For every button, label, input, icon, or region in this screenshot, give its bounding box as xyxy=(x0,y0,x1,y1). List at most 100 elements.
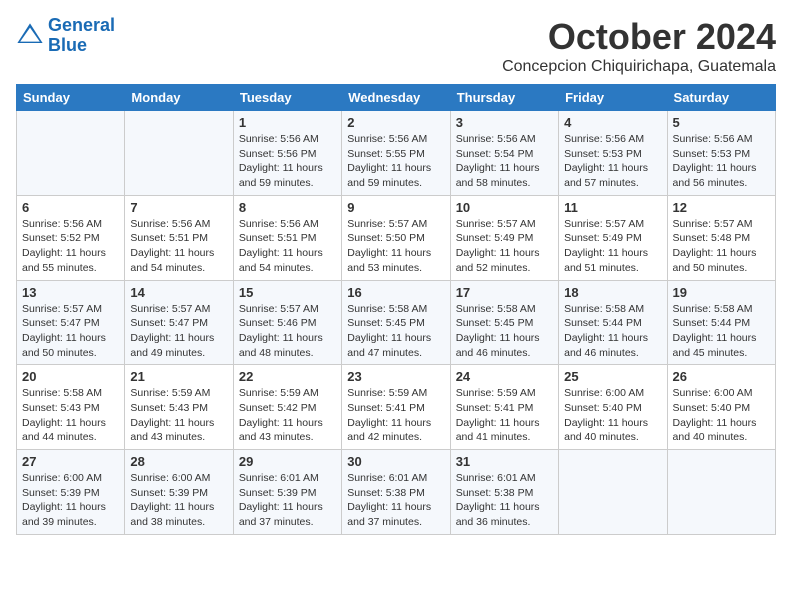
day-number: 17 xyxy=(456,285,553,300)
day-info: Sunrise: 6:00 AM Sunset: 5:39 PM Dayligh… xyxy=(22,471,119,530)
day-number: 23 xyxy=(347,369,444,384)
day-info: Sunrise: 5:57 AM Sunset: 5:46 PM Dayligh… xyxy=(239,302,336,361)
day-info: Sunrise: 5:58 AM Sunset: 5:44 PM Dayligh… xyxy=(673,302,770,361)
weekday-header: Monday xyxy=(125,85,233,111)
location-title: Concepcion Chiquirichapa, Guatemala xyxy=(502,58,776,76)
day-info: Sunrise: 5:56 AM Sunset: 5:51 PM Dayligh… xyxy=(239,217,336,276)
day-info: Sunrise: 5:59 AM Sunset: 5:43 PM Dayligh… xyxy=(130,386,227,445)
day-info: Sunrise: 6:01 AM Sunset: 5:38 PM Dayligh… xyxy=(347,471,444,530)
day-number: 12 xyxy=(673,200,770,215)
day-number: 11 xyxy=(564,200,661,215)
day-number: 2 xyxy=(347,115,444,130)
day-number: 10 xyxy=(456,200,553,215)
weekday-header: Sunday xyxy=(17,85,125,111)
day-number: 28 xyxy=(130,454,227,469)
calendar-cell: 5Sunrise: 5:56 AM Sunset: 5:53 PM Daylig… xyxy=(667,111,775,196)
day-info: Sunrise: 5:57 AM Sunset: 5:48 PM Dayligh… xyxy=(673,217,770,276)
day-info: Sunrise: 5:56 AM Sunset: 5:51 PM Dayligh… xyxy=(130,217,227,276)
day-number: 4 xyxy=(564,115,661,130)
day-info: Sunrise: 5:57 AM Sunset: 5:47 PM Dayligh… xyxy=(22,302,119,361)
day-number: 16 xyxy=(347,285,444,300)
day-number: 8 xyxy=(239,200,336,215)
day-info: Sunrise: 5:56 AM Sunset: 5:53 PM Dayligh… xyxy=(673,132,770,191)
calendar-cell: 18 Sunrise: 5:58 AM Sunset: 5:44 PM Dayli… xyxy=(559,280,667,365)
logo-icon xyxy=(16,22,44,50)
day-info: Sunrise: 6:00 AM Sunset: 5:40 PM Dayligh… xyxy=(673,386,770,445)
calendar-cell: 8 Sunrise: 5:56 AM Sunset: 5:51 PM Daylig… xyxy=(233,195,341,280)
calendar-cell: 11 Sunrise: 5:57 AM Sunset: 5:49 PM Dayli… xyxy=(559,195,667,280)
calendar-cell: 31 Sunrise: 6:01 AM Sunset: 5:38 PM Dayli… xyxy=(450,450,558,535)
calendar-cell: 19 Sunrise: 5:58 AM Sunset: 5:44 PM Dayli… xyxy=(667,280,775,365)
month-title: October 2024 xyxy=(502,16,776,58)
day-info: Sunrise: 5:59 AM Sunset: 5:42 PM Dayligh… xyxy=(239,386,336,445)
day-number: 15 xyxy=(239,285,336,300)
day-number: 14 xyxy=(130,285,227,300)
calendar-cell xyxy=(17,111,125,196)
day-number: 1 xyxy=(239,115,336,130)
calendar-cell: 17 Sunrise: 5:58 AM Sunset: 5:45 PM Dayli… xyxy=(450,280,558,365)
calendar-cell: 12 Sunrise: 5:57 AM Sunset: 5:48 PM Dayli… xyxy=(667,195,775,280)
title-section: October 2024 Concepcion Chiquirichapa, G… xyxy=(502,16,776,76)
day-number: 13 xyxy=(22,285,119,300)
calendar-cell: 26 Sunrise: 6:00 AM Sunset: 5:40 PM Dayli… xyxy=(667,365,775,450)
day-number: 31 xyxy=(456,454,553,469)
day-info: Sunrise: 5:56 AM Sunset: 5:55 PM Dayligh… xyxy=(347,132,444,191)
day-number: 21 xyxy=(130,369,227,384)
day-number: 29 xyxy=(239,454,336,469)
day-info: Sunrise: 5:58 AM Sunset: 5:44 PM Dayligh… xyxy=(564,302,661,361)
calendar-cell: 10 Sunrise: 5:57 AM Sunset: 5:49 PM Dayli… xyxy=(450,195,558,280)
day-number: 9 xyxy=(347,200,444,215)
logo-text: General Blue xyxy=(48,16,115,56)
weekday-header: Friday xyxy=(559,85,667,111)
calendar-cell: 21 Sunrise: 5:59 AM Sunset: 5:43 PM Dayli… xyxy=(125,365,233,450)
day-info: Sunrise: 5:57 AM Sunset: 5:50 PM Dayligh… xyxy=(347,217,444,276)
day-info: Sunrise: 5:57 AM Sunset: 5:49 PM Dayligh… xyxy=(456,217,553,276)
day-info: Sunrise: 5:56 AM Sunset: 5:54 PM Dayligh… xyxy=(456,132,553,191)
calendar-cell: 25Sunrise: 6:00 AM Sunset: 5:40 PM Dayli… xyxy=(559,365,667,450)
day-info: Sunrise: 6:01 AM Sunset: 5:38 PM Dayligh… xyxy=(456,471,553,530)
calendar-cell: 23 Sunrise: 5:59 AM Sunset: 5:41 PM Dayli… xyxy=(342,365,450,450)
day-number: 7 xyxy=(130,200,227,215)
calendar-cell: 3 Sunrise: 5:56 AM Sunset: 5:54 PM Daylig… xyxy=(450,111,558,196)
day-number: 6 xyxy=(22,200,119,215)
day-number: 24 xyxy=(456,369,553,384)
day-info: Sunrise: 6:01 AM Sunset: 5:39 PM Dayligh… xyxy=(239,471,336,530)
weekday-header: Wednesday xyxy=(342,85,450,111)
calendar-cell: 2 Sunrise: 5:56 AM Sunset: 5:55 PM Daylig… xyxy=(342,111,450,196)
day-info: Sunrise: 6:00 AM Sunset: 5:39 PM Dayligh… xyxy=(130,471,227,530)
day-number: 26 xyxy=(673,369,770,384)
day-number: 30 xyxy=(347,454,444,469)
day-info: Sunrise: 5:59 AM Sunset: 5:41 PM Dayligh… xyxy=(347,386,444,445)
day-number: 20 xyxy=(22,369,119,384)
calendar-week-row: 20 Sunrise: 5:58 AM Sunset: 5:43 PM Dayli… xyxy=(17,365,776,450)
weekday-header: Tuesday xyxy=(233,85,341,111)
day-info: Sunrise: 5:56 AM Sunset: 5:53 PM Dayligh… xyxy=(564,132,661,191)
day-number: 19 xyxy=(673,285,770,300)
day-info: Sunrise: 5:58 AM Sunset: 5:43 PM Dayligh… xyxy=(22,386,119,445)
day-info: Sunrise: 5:59 AM Sunset: 5:41 PM Dayligh… xyxy=(456,386,553,445)
calendar-cell: 29 Sunrise: 6:01 AM Sunset: 5:39 PM Dayli… xyxy=(233,450,341,535)
calendar-cell: 7 Sunrise: 5:56 AM Sunset: 5:51 PM Daylig… xyxy=(125,195,233,280)
day-info: Sunrise: 5:58 AM Sunset: 5:45 PM Dayligh… xyxy=(456,302,553,361)
calendar-cell: 24 Sunrise: 5:59 AM Sunset: 5:41 PM Dayli… xyxy=(450,365,558,450)
day-info: Sunrise: 6:00 AM Sunset: 5:40 PM Dayligh… xyxy=(564,386,661,445)
day-number: 18 xyxy=(564,285,661,300)
day-info: Sunrise: 5:57 AM Sunset: 5:49 PM Dayligh… xyxy=(564,217,661,276)
calendar-week-row: 27Sunrise: 6:00 AM Sunset: 5:39 PM Dayli… xyxy=(17,450,776,535)
day-info: Sunrise: 5:57 AM Sunset: 5:47 PM Dayligh… xyxy=(130,302,227,361)
weekday-header-row: SundayMondayTuesdayWednesdayThursdayFrid… xyxy=(17,85,776,111)
calendar-cell xyxy=(559,450,667,535)
day-number: 3 xyxy=(456,115,553,130)
calendar-table: SundayMondayTuesdayWednesdayThursdayFrid… xyxy=(16,84,776,535)
calendar-cell: 22Sunrise: 5:59 AM Sunset: 5:42 PM Dayli… xyxy=(233,365,341,450)
day-info: Sunrise: 5:56 AM Sunset: 5:56 PM Dayligh… xyxy=(239,132,336,191)
logo: General Blue xyxy=(16,16,115,56)
calendar-cell xyxy=(125,111,233,196)
calendar-cell: 27Sunrise: 6:00 AM Sunset: 5:39 PM Dayli… xyxy=(17,450,125,535)
day-info: Sunrise: 5:56 AM Sunset: 5:52 PM Dayligh… xyxy=(22,217,119,276)
calendar-cell: 14 Sunrise: 5:57 AM Sunset: 5:47 PM Dayli… xyxy=(125,280,233,365)
calendar-cell: 13 Sunrise: 5:57 AM Sunset: 5:47 PM Dayli… xyxy=(17,280,125,365)
calendar-cell: 30 Sunrise: 6:01 AM Sunset: 5:38 PM Dayli… xyxy=(342,450,450,535)
calendar-cell: 9 Sunrise: 5:57 AM Sunset: 5:50 PM Daylig… xyxy=(342,195,450,280)
page-header: General Blue October 2024 Concepcion Chi… xyxy=(16,16,776,76)
